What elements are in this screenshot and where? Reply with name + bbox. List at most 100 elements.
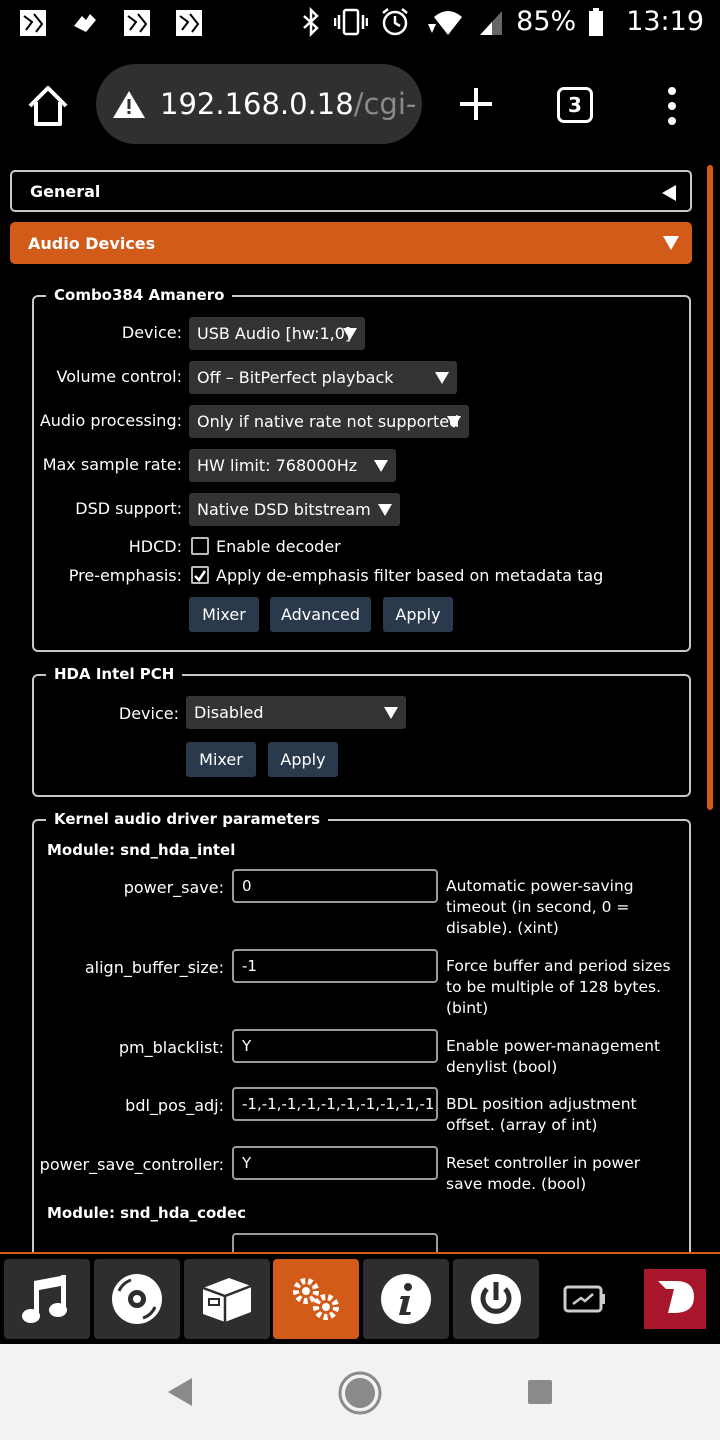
param-input[interactable]: Y [232, 1029, 438, 1063]
device-hda-title: HDA Intel PCH [46, 665, 183, 683]
expand-down-icon [663, 236, 679, 250]
maxrate-select-value: HW limit: 768000Hz [197, 456, 358, 475]
preemph-checkbox-label[interactable]: Apply de-emphasis filter based on metada… [216, 566, 603, 585]
url-path: /cgi- [353, 87, 417, 121]
hda-apply-button[interactable]: Apply [268, 742, 338, 777]
home-button[interactable] [26, 84, 70, 128]
module-title-snd-hda-codec: Module: snd_hda_codec [47, 1204, 247, 1222]
collapse-left-icon [662, 185, 676, 201]
notification-icon [18, 8, 48, 38]
param-label: pm_blacklist: [118, 1038, 224, 1057]
hda-device-label: Device: [118, 704, 179, 723]
param-input[interactable]: -1,-1,-1,-1,-1,-1,-1,-1,-1,-1, [232, 1087, 438, 1121]
preemph-checkbox[interactable] [191, 566, 209, 584]
combo-apply-button[interactable]: Apply [383, 597, 453, 632]
section-general[interactable]: General [10, 170, 692, 212]
volume-select-value: Off – BitPerfect playback [197, 368, 394, 387]
processing-select[interactable]: Only if native rate not supported [189, 405, 469, 438]
chevron-down-icon [378, 504, 392, 516]
combo-advanced-button[interactable]: Advanced [270, 597, 371, 632]
device-select[interactable]: USB Audio [hw:1,0] [189, 317, 365, 350]
module-title-snd-hda-intel: Module: snd_hda_intel [47, 841, 236, 859]
tab-music[interactable] [4, 1259, 90, 1339]
battery-percent: 85% [516, 6, 577, 37]
maxrate-label: Max sample rate: [42, 455, 182, 474]
bottom-tab-bar [0, 1252, 720, 1344]
hdcd-checkbox-label[interactable]: Enable decoder [216, 537, 341, 556]
alarm-icon [380, 7, 410, 37]
battery-icon [588, 7, 604, 37]
hdcd-checkbox[interactable] [191, 537, 209, 555]
param-input[interactable]: -1 [232, 949, 438, 983]
box-icon [202, 1278, 252, 1322]
notification-icon [174, 8, 204, 38]
param-description: Reset controller in power save mode. (bo… [446, 1154, 641, 1193]
hda-device-select-value: Disabled [194, 703, 264, 722]
processing-label: Audio processing: [39, 411, 182, 430]
home-nav-icon[interactable] [337, 1370, 383, 1416]
device-combo384-title: Combo384 Amanero [46, 286, 233, 304]
chevron-down-icon [447, 416, 461, 428]
tab-sources[interactable] [184, 1259, 270, 1339]
section-general-title: General [30, 181, 101, 201]
maxrate-select[interactable]: HW limit: 768000Hz [189, 449, 396, 482]
param-input[interactable]: 0 [232, 869, 438, 903]
chevron-down-icon [374, 460, 388, 472]
param-input[interactable] [232, 1233, 438, 1252]
plus-icon [460, 88, 492, 120]
tab-battery-status[interactable] [542, 1259, 628, 1339]
volume-label: Volume control: [56, 367, 182, 386]
dsd-label: DSD support: [75, 499, 182, 518]
url-bar[interactable]: 192.168.0.18/cgi- [96, 64, 422, 144]
combo-mixer-button[interactable]: Mixer [189, 597, 259, 632]
url-host: 192.168.0.18 [160, 87, 354, 121]
hda-mixer-button[interactable]: Mixer [186, 742, 256, 777]
tab-switcher-button[interactable]: 3 [557, 87, 593, 123]
kernel-params-title: Kernel audio driver parameters [46, 810, 329, 828]
recents-icon[interactable] [528, 1380, 552, 1404]
browser-menu-button[interactable] [662, 86, 682, 126]
param-input[interactable]: Y [232, 1146, 438, 1180]
vibrate-icon [334, 7, 369, 37]
volume-select[interactable]: Off – BitPerfect playback [189, 361, 457, 394]
param-description: Enable power-management denylist (bool) [446, 1037, 661, 1076]
power-icon [471, 1274, 521, 1324]
music-icon [22, 1275, 67, 1323]
hda-device-select[interactable]: Disabled [186, 696, 406, 729]
chevron-down-icon [343, 328, 357, 340]
scrollbar[interactable] [707, 165, 713, 810]
notification-icon [122, 8, 152, 38]
tab-info[interactable] [363, 1259, 449, 1339]
param-label: power_save: [123, 878, 224, 897]
chevron-down-icon [435, 372, 449, 384]
dsd-select-value: Native DSD bitstream [197, 500, 371, 519]
status-bar: 85% 13:19 [0, 0, 720, 50]
new-tab-button[interactable] [456, 84, 496, 124]
page-content[interactable]: General Audio Devices Combo384 Amanero D… [0, 160, 720, 1252]
dhifi-logo [632, 1259, 718, 1339]
wifi-icon [422, 7, 466, 37]
warning-icon [113, 91, 145, 118]
dsd-select[interactable]: Native DSD bitstream [189, 493, 400, 526]
info-icon [381, 1274, 431, 1324]
checkmark-icon [194, 570, 207, 582]
back-icon[interactable] [166, 1376, 194, 1408]
battery-icon [563, 1285, 605, 1313]
param-label: bdl_pos_adj: [125, 1096, 224, 1115]
param-label: align_buffer_size: [84, 958, 224, 977]
device-select-value: USB Audio [hw:1,0] [197, 324, 352, 343]
tab-power[interactable] [453, 1259, 539, 1339]
device-label: Device: [121, 323, 182, 342]
processing-select-value: Only if native rate not supported [197, 412, 460, 431]
tab-library[interactable] [94, 1259, 180, 1339]
bluetooth-icon [300, 6, 322, 37]
section-audio-devices[interactable]: Audio Devices [10, 222, 692, 264]
signal-icon [478, 7, 504, 37]
tab-settings[interactable] [273, 1259, 359, 1339]
hdcd-label: HDCD: [128, 537, 182, 556]
param-description: Force buffer and period sizes to be mult… [446, 957, 671, 1017]
url-text: 192.168.0.18/cgi- [160, 87, 416, 121]
clock: 13:19 [626, 6, 704, 37]
param-description: Automatic power-saving timeout (in secon… [446, 877, 634, 937]
disc-icon [112, 1274, 162, 1324]
